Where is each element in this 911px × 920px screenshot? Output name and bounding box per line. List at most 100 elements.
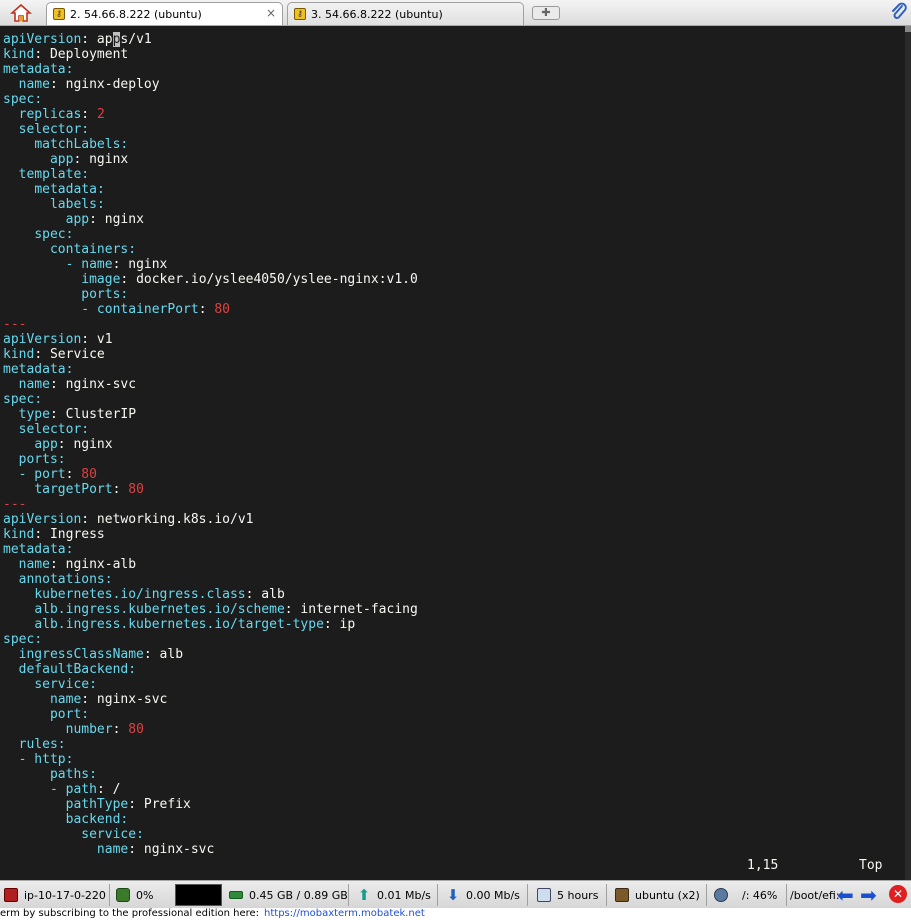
line-segment: : nginx-svc xyxy=(128,842,215,857)
line-segment: : ip xyxy=(323,617,356,632)
terminal-scrollbar[interactable] xyxy=(905,26,911,880)
line-segment: : nginx-alb xyxy=(49,557,137,572)
tab-close-button[interactable]: × xyxy=(266,6,276,20)
hostname-indicator[interactable]: ip-10-17-0-220 xyxy=(4,884,106,906)
line-segment: spec xyxy=(3,392,35,407)
terminal-line: metadata: xyxy=(3,542,418,557)
line-segment xyxy=(3,692,50,707)
line-segment: targetPort xyxy=(34,482,113,497)
server-icon xyxy=(4,888,18,902)
promo-footer: erm by subscribing to the professional e… xyxy=(0,908,911,920)
line-segment: : xyxy=(65,227,74,242)
line-segment: selector xyxy=(18,122,82,137)
terminal-line: selector: xyxy=(3,122,418,137)
line-segment: port xyxy=(49,707,82,722)
terminal-line: --- xyxy=(3,497,418,512)
terminal-line: spec: xyxy=(3,392,418,407)
terminal-line: selector: xyxy=(3,422,418,437)
line-segment: : Ingress xyxy=(34,527,105,542)
line-segment xyxy=(3,212,66,227)
line-segment xyxy=(3,662,19,677)
terminal-line: name: nginx-svc xyxy=(3,377,418,392)
terminal-line: - port: 80 xyxy=(3,467,418,482)
line-segment: paths xyxy=(49,767,90,782)
separator xyxy=(437,884,438,906)
terminal-line: name: nginx-svc xyxy=(3,842,418,857)
line-segment: : xyxy=(57,452,66,467)
line-segment: : xyxy=(120,137,129,152)
paperclip-icon[interactable] xyxy=(890,2,908,27)
line-segment: : internet-facing xyxy=(284,602,418,617)
line-segment: 80 xyxy=(128,722,144,737)
promo-text: erm by subscribing to the professional e… xyxy=(0,908,260,919)
line-segment: service xyxy=(81,827,137,842)
line-segment xyxy=(3,242,50,257)
line-segment: kind xyxy=(3,47,35,62)
scrollbar-thumb[interactable] xyxy=(905,26,911,32)
line-segment: : nginx-deploy xyxy=(49,77,160,92)
line-segment: ports xyxy=(81,287,121,302)
terminal-line: port: xyxy=(3,707,418,722)
line-segment: : nginx xyxy=(89,212,144,227)
line-segment xyxy=(3,122,19,137)
line-segment xyxy=(3,602,34,617)
line-segment: name xyxy=(49,692,82,707)
home-button[interactable] xyxy=(2,1,40,25)
line-segment: : xyxy=(81,107,97,122)
terminal-pane[interactable]: apiVersion: apps/v1 kind: Deployment metad… xyxy=(0,26,911,880)
tab-session-3[interactable]: ⚷ 3. 54.66.8.222 (ubuntu) xyxy=(287,2,524,25)
line-segment: annotations xyxy=(18,572,105,587)
line-segment: name xyxy=(18,377,50,392)
line-segment: name xyxy=(18,77,50,92)
line-segment: : xyxy=(34,392,43,407)
arrow-right-icon[interactable]: ➡ xyxy=(860,885,877,905)
tab-session-2[interactable]: ⚷ 2. 54.66.8.222 (ubuntu) × xyxy=(46,2,283,25)
new-tab-button[interactable]: ✚ xyxy=(532,6,560,20)
upload-indicator[interactable]: ⬆ 0.01 Mb/s xyxy=(357,884,431,906)
terminal-line: ports: xyxy=(3,452,418,467)
ssh-key-icon: ⚷ xyxy=(294,8,306,20)
line-segment: : Prefix xyxy=(128,797,191,812)
line-segment: : Service xyxy=(34,347,105,362)
terminal-line: defaultBackend: xyxy=(3,662,418,677)
line-segment: spec xyxy=(34,227,66,242)
disk-root-indicator[interactable]: /: 46% xyxy=(714,884,777,906)
terminal-line: - path: / xyxy=(3,782,418,797)
line-segment: ingressClassName xyxy=(18,647,144,662)
terminal-line: backend: xyxy=(3,812,418,827)
line-segment: app xyxy=(49,152,74,167)
line-segment: apiVersion xyxy=(3,332,82,347)
line-segment xyxy=(3,737,19,752)
line-segment: : xyxy=(65,542,74,557)
promo-link[interactable]: https://mobaxterm.mobatek.net xyxy=(264,908,425,919)
line-segment: : xyxy=(65,62,74,77)
line-segment: --- xyxy=(3,497,27,512)
memory-indicator[interactable]: 0.45 GB / 0.89 GB xyxy=(229,884,348,906)
uptime-indicator[interactable]: 5 hours xyxy=(537,884,598,906)
user-indicator[interactable]: ubuntu (x2) xyxy=(615,884,700,906)
tab-label: 3. 54.66.8.222 (ubuntu) xyxy=(311,7,443,21)
line-segment: : xyxy=(34,92,43,107)
line-segment: matchLabels xyxy=(34,137,121,152)
close-icon[interactable]: ✕ xyxy=(889,885,907,903)
disk-icon xyxy=(714,888,728,902)
terminal-line: kubernetes.io/ingress.class: alb xyxy=(3,587,418,602)
line-segment xyxy=(3,572,19,587)
terminal-line: ports: xyxy=(3,287,418,302)
terminal-line: app: nginx xyxy=(3,437,418,452)
separator xyxy=(527,884,528,906)
line-segment xyxy=(3,812,66,827)
terminal-line: spec: xyxy=(3,227,418,242)
arrow-left-icon[interactable]: ⬅ xyxy=(837,885,854,905)
line-segment xyxy=(3,797,66,812)
download-indicator[interactable]: ⬇ 0.00 Mb/s xyxy=(446,884,520,906)
home-icon xyxy=(10,3,32,22)
terminal-line: - http: xyxy=(3,752,418,767)
line-segment: kind xyxy=(3,347,35,362)
line-segment: : xyxy=(89,677,97,692)
disk-boot-indicator[interactable]: /boot/efi: xyxy=(790,884,840,906)
line-segment: : nginx xyxy=(112,257,168,272)
cpu-indicator[interactable]: 0% xyxy=(116,884,153,906)
terminal-line: kind: Service xyxy=(3,347,418,362)
line-segment xyxy=(3,287,81,302)
